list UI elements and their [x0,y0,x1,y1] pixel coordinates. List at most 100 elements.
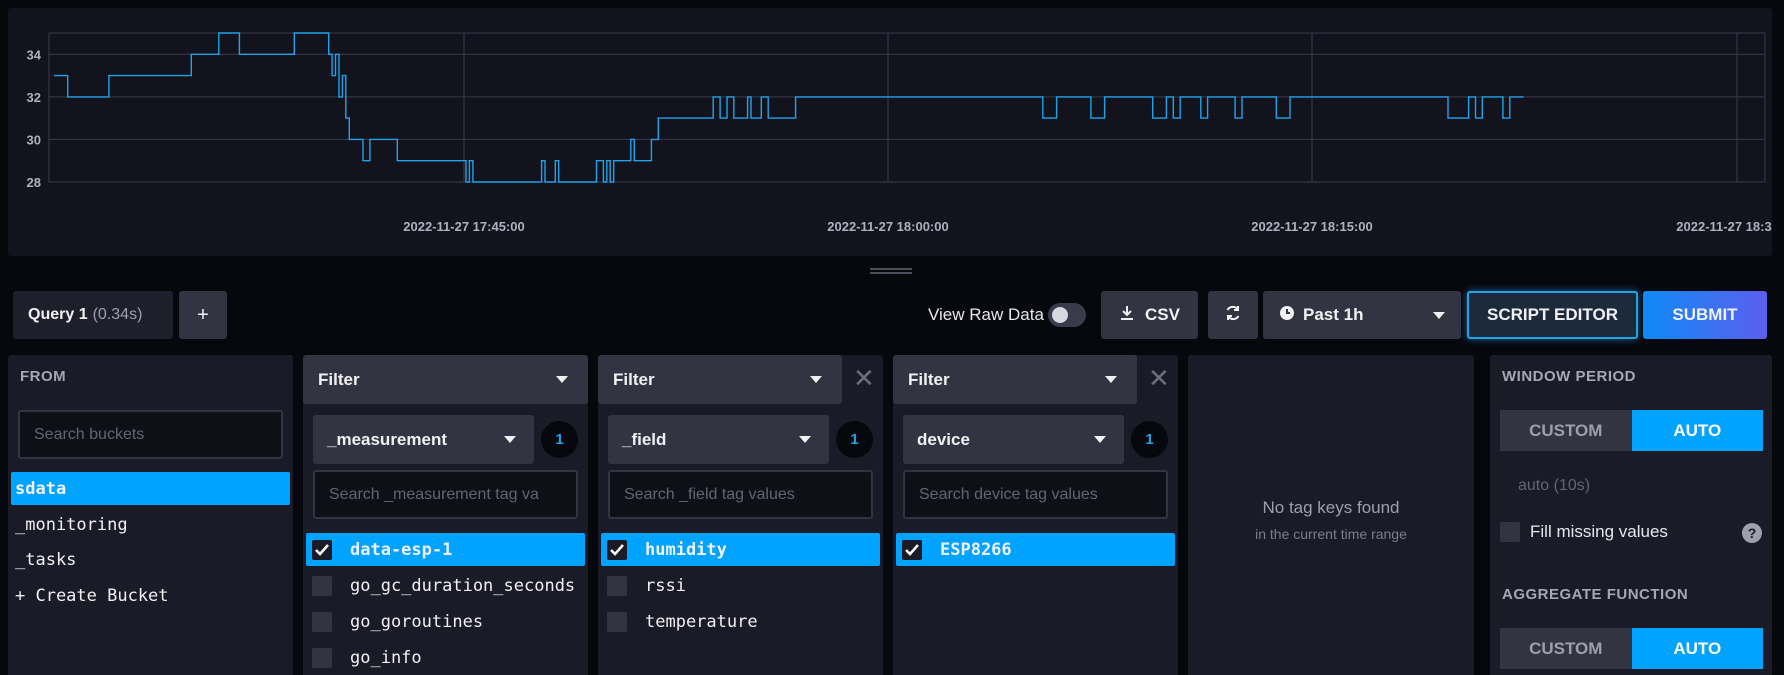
checkbox-icon[interactable] [312,611,332,632]
series-line [54,32,1524,183]
chevron-down-icon [504,436,516,443]
checkbox-checked-icon[interactable] [607,539,627,560]
checkbox-checked-icon[interactable] [312,539,332,560]
tag-key-dropdown[interactable]: _measurement [313,415,534,464]
window-aggregate-panel: WINDOW PERIOD CUSTOM AUTO auto (10s) Fil… [1490,355,1772,675]
filter-function-dropdown[interactable]: Filter [598,355,842,404]
create-bucket-item[interactable]: + Create Bucket [11,579,290,612]
empty-subtitle: in the current time range [1255,526,1407,542]
tag-key-label: _measurement [327,429,448,449]
bucket-label: sdata [15,478,67,499]
tag-value-item[interactable]: ESP8266 [896,533,1175,566]
y-tick-label: 30 [27,132,41,147]
window-auto-button[interactable]: AUTO [1631,410,1763,451]
x-tick-label: 2022-11-27 17:45:00 [403,219,524,234]
filter-head-label: Filter [613,369,655,389]
query-tab-label: Query 1 [28,306,88,323]
chevron-down-icon [799,436,811,443]
fill-missing-row[interactable]: Fill missing values [1500,522,1668,542]
refresh-button[interactable] [1208,291,1258,339]
script-editor-button[interactable]: SCRIPT EDITOR [1467,291,1638,339]
tag-value-item[interactable]: humidity [601,533,880,566]
tag-value-item[interactable]: go_goroutines [306,605,585,638]
selected-count-badge: 1 [1131,421,1168,458]
filter-panel-measurement: Filter _measurement 1 Search _measuremen… [303,355,588,675]
selected-count-badge: 1 [836,421,873,458]
close-icon[interactable]: ✕ [1148,363,1170,394]
plot-border [48,32,1766,183]
aggregate-custom-button[interactable]: CUSTOM [1500,628,1632,669]
time-range-dropdown[interactable]: Past 1h [1263,291,1461,339]
help-icon[interactable]: ? [1742,523,1762,543]
aggregate-auto-button[interactable]: AUTO [1631,628,1763,669]
view-raw-data-toggle[interactable] [1048,303,1086,327]
submit-button[interactable]: SUBMIT [1643,291,1767,339]
chevron-down-icon [1094,436,1106,443]
view-raw-data-label: View Raw Data [928,305,1044,324]
from-panel: FROM Search buckets sdata _monitoring _t… [8,355,293,675]
csv-label: CSV [1145,305,1180,324]
tag-key-dropdown[interactable]: device [903,415,1124,464]
filter-head-label: Filter [908,369,950,389]
line-chart: 34323028 2022-11-27 17:45:00 2022-11-27 1… [27,32,1772,234]
checkbox-icon[interactable] [312,647,332,668]
resize-handle[interactable] [870,268,912,276]
graph-panel: 34 32 30 28 2022-11-27 17:45:00 2022-11-27 1… [8,8,1772,256]
bucket-label: _monitoring [15,514,128,535]
empty-title: No tag keys found [1262,498,1400,517]
tag-value-item[interactable]: go_info [306,641,585,674]
tag-value-item[interactable]: rssi [601,569,880,602]
bucket-item[interactable]: _monitoring [11,508,290,541]
tag-value-label: go_goroutines [350,611,484,632]
tag-value-label: ESP8266 [940,539,1012,560]
filter-function-dropdown[interactable]: Filter [303,355,588,404]
query-tab[interactable]: Query 1 (0.34s) [13,291,173,339]
bucket-item[interactable]: sdata [11,472,290,505]
filter-panel-field: Filter ✕ _field 1 Search _field tag valu… [598,355,883,675]
add-query-button[interactable]: + [179,291,227,339]
filter-function-dropdown[interactable]: Filter [893,355,1137,404]
tag-value-item[interactable]: data-esp-1 [306,533,585,566]
checkbox-checked-icon[interactable] [902,539,922,560]
chevron-down-icon [810,376,822,383]
y-tick-label: 28 [27,175,41,190]
csv-button[interactable]: CSV [1101,291,1198,339]
checkbox-icon[interactable] [607,575,627,596]
download-icon [1119,305,1135,326]
bucket-label: _tasks [15,549,77,570]
tag-value-label: go_info [350,647,422,668]
clock-icon [1279,305,1295,326]
y-tick-label: 32 [27,90,41,105]
chevron-down-icon [556,376,568,383]
chevron-down-icon [1433,312,1445,319]
refresh-icon [1224,304,1242,327]
selected-count-badge: 1 [541,421,578,458]
checkbox-icon[interactable] [312,575,332,596]
tag-value-item[interactable]: go_gc_duration_seconds [306,569,585,602]
aggregate-function-label: AGGREGATE FUNCTION [1502,586,1689,603]
search-tag-values-input[interactable]: Search _field tag values [608,470,873,519]
search-buckets-input[interactable]: Search buckets [18,410,283,459]
x-tick-label: 2022-11-27 18:30:00 [1676,219,1772,234]
toggle-knob [1052,307,1068,323]
y-axis: 34 32 30 28 [27,47,42,190]
checkbox-icon[interactable] [1500,522,1520,542]
tag-value-label: temperature [645,611,758,632]
create-bucket-label: + Create Bucket [15,585,169,606]
tag-value-item[interactable]: temperature [601,605,880,638]
tag-key-dropdown[interactable]: _field [608,415,829,464]
close-icon[interactable]: ✕ [853,363,875,394]
tag-key-label: _field [622,429,667,449]
tag-value-label: go_gc_duration_seconds [350,575,576,596]
chart-grid [48,32,1766,183]
query-time: (0.34s) [92,306,143,323]
window-custom-button[interactable]: CUSTOM [1500,410,1632,451]
search-tag-values-input[interactable]: Search _measurement tag va [313,470,578,519]
search-tag-values-input[interactable]: Search device tag values [903,470,1168,519]
window-period-toggle: CUSTOM AUTO [1500,410,1763,451]
from-label: FROM [20,368,67,385]
tag-value-label: data-esp-1 [350,539,453,560]
bucket-item[interactable]: _tasks [11,543,290,576]
checkbox-icon[interactable] [607,611,627,632]
x-axis: 2022-11-27 17:45:00 2022-11-27 18:00:00 20… [403,219,1772,234]
